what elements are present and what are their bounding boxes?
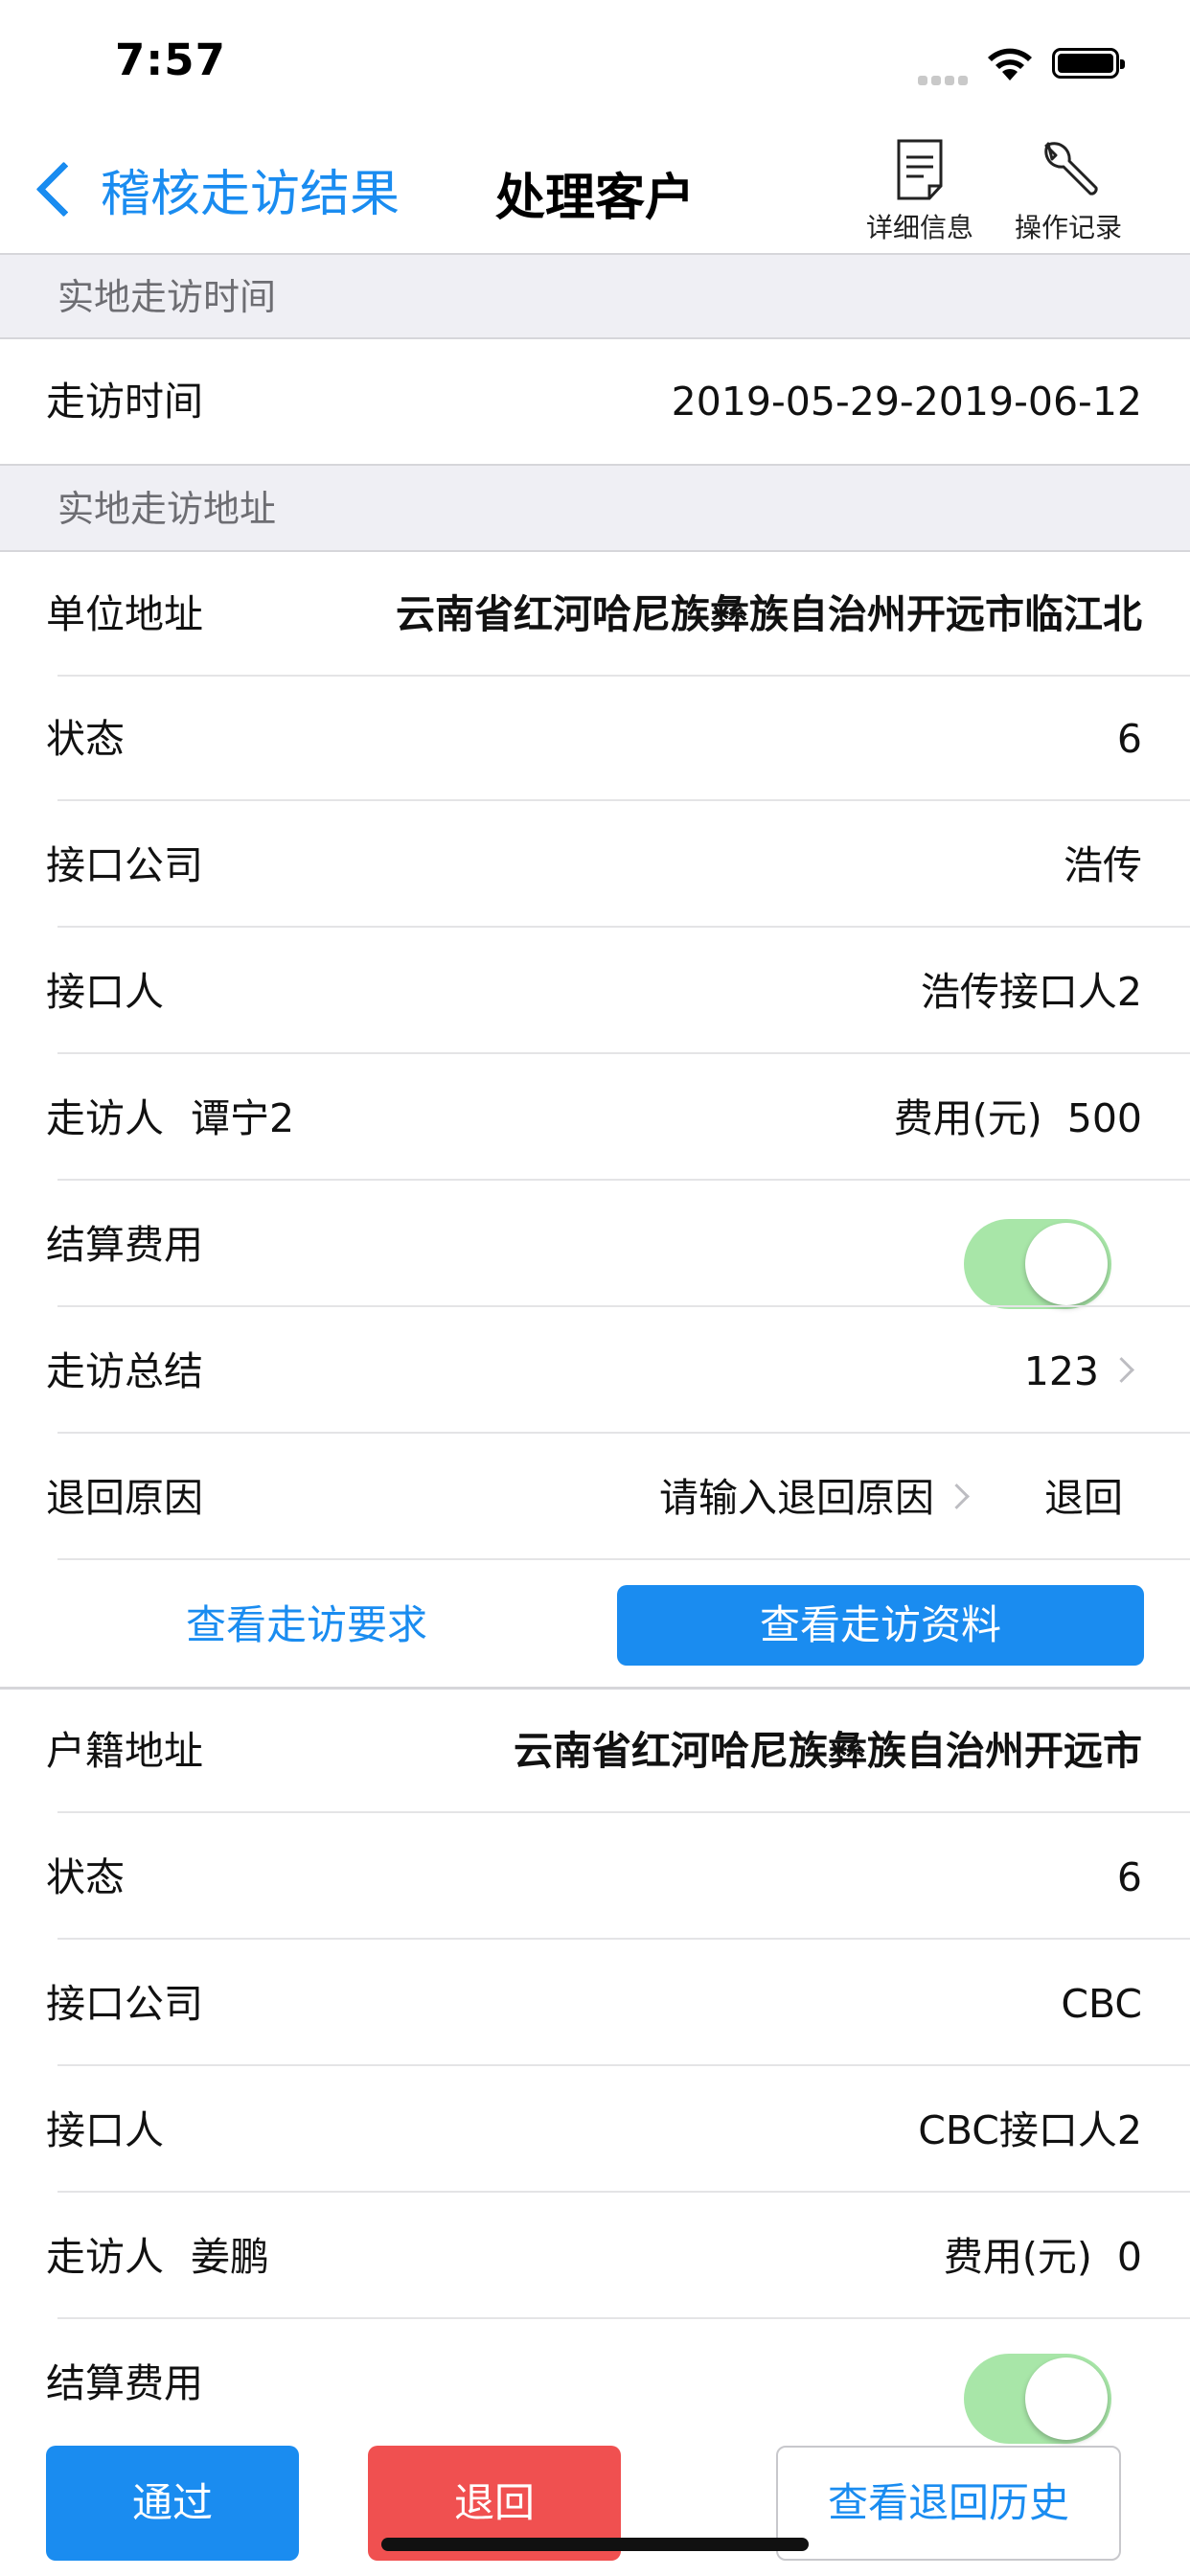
return-reason-row: 退回原因 请输入退回原因 退回	[0, 1436, 1190, 1560]
contact-label: 接口人	[46, 2107, 164, 2153]
settle-fee-row-2: 结算费用	[0, 2321, 1190, 2446]
work-address-row: 单位地址 云南省红河哈尼族彝族自治州开远市临江北	[0, 552, 1190, 677]
status-label: 状态	[46, 1854, 125, 1900]
work-address-value: 云南省红河哈尼族彝族自治州开远市临江北	[396, 591, 1142, 637]
status-label: 状态	[46, 716, 125, 762]
settle-fee-toggle[interactable]	[964, 1219, 1111, 1309]
visitor-label-group: 走访人 谭宁2	[46, 1056, 294, 1181]
return-reason-label: 退回原因	[46, 1475, 203, 1521]
household-address-value: 云南省红河哈尼族彝族自治州开远市	[514, 1728, 1142, 1774]
status-value: 6	[1116, 716, 1142, 762]
section-header-visit-time: 实地走访时间	[0, 253, 1190, 339]
visit-summary-value-group: 123	[1023, 1309, 1134, 1434]
visitor-row: 走访人 谭宁2 费用(元) 500	[0, 1056, 1190, 1181]
wifi-icon	[988, 48, 1032, 80]
fee-label: 费用(元)	[893, 1095, 1042, 1141]
visitor-label: 走访人	[46, 2234, 164, 2280]
return-link[interactable]: 退回	[1044, 1436, 1123, 1560]
fee-group: 费用(元) 500	[894, 1056, 1142, 1181]
company-value: 浩传	[1064, 842, 1142, 888]
visitor-name: 姜鹏	[191, 2234, 269, 2280]
approve-button[interactable]: 通过	[46, 2446, 299, 2561]
visit-summary-value: 123	[1023, 1348, 1099, 1394]
home-indicator	[381, 2538, 809, 2551]
visitor-row-2: 走访人 姜鹏 费用(元) 0	[0, 2195, 1190, 2319]
contact-row: 接口人 浩传接口人2	[0, 930, 1190, 1054]
visit-time-value: 2019-05-29-2019-06-12	[671, 379, 1142, 425]
wrench-icon	[1044, 142, 1098, 196]
document-icon	[897, 139, 943, 200]
detail-info-button[interactable]: 详细信息	[848, 138, 992, 245]
household-address-label: 户籍地址	[46, 1728, 203, 1774]
operation-log-button[interactable]: 操作记录	[996, 138, 1140, 245]
status-value: 6	[1116, 1854, 1142, 1900]
contact-row-2: 接口人 CBC接口人2	[0, 2068, 1190, 2193]
status-row-2: 状态 6	[0, 1815, 1190, 1940]
fee-group: 费用(元) 0	[944, 2195, 1142, 2319]
view-requirements-button[interactable]: 查看走访要求	[57, 1585, 556, 1666]
settle-fee-toggle[interactable]	[964, 2354, 1111, 2444]
return-history-button[interactable]: 查看退回历史	[776, 2446, 1121, 2561]
company-row: 接口公司 浩传	[0, 803, 1190, 928]
settle-fee-label: 结算费用	[46, 1222, 203, 1268]
work-address-label: 单位地址	[46, 591, 203, 637]
detail-info-label: 详细信息	[865, 212, 973, 243]
chevron-right-icon	[944, 1484, 970, 1509]
chevron-right-icon	[1109, 1357, 1134, 1383]
company-label: 接口公司	[46, 1981, 203, 2027]
section-header-visit-address: 实地走访地址	[0, 464, 1190, 552]
visit-time-row: 走访时间 2019-05-29-2019-06-12	[0, 339, 1190, 464]
return-reason-placeholder: 请输入退回原因	[659, 1475, 934, 1521]
company-row-2: 接口公司 CBC	[0, 1942, 1190, 2066]
contact-value: 浩传接口人2	[920, 969, 1142, 1015]
household-address-row: 户籍地址 云南省红河哈尼族彝族自治州开远市	[0, 1689, 1190, 1813]
fee-value: 0	[1116, 2234, 1142, 2280]
status-time: 7:57	[115, 34, 226, 85]
contact-value: CBC接口人2	[918, 2107, 1142, 2153]
fee-value: 500	[1066, 1095, 1142, 1141]
battery-icon	[1052, 48, 1125, 79]
operation-log-label: 操作记录	[1014, 212, 1122, 243]
visitor-name: 谭宁2	[191, 1095, 295, 1141]
return-reason-input[interactable]: 请输入退回原因	[659, 1436, 970, 1560]
visitor-label: 走访人	[46, 1095, 164, 1141]
visit-time-label: 走访时间	[46, 379, 203, 425]
company-value: CBC	[1061, 1981, 1142, 2027]
settle-fee-row: 结算费用	[0, 1183, 1190, 1309]
contact-label: 接口人	[46, 969, 164, 1015]
visit-summary-row[interactable]: 走访总结 123	[0, 1309, 1190, 1434]
cellular-signal-icon	[918, 71, 972, 89]
company-label: 接口公司	[46, 842, 203, 888]
status-row: 状态 6	[0, 677, 1190, 801]
fee-label: 费用(元)	[943, 2234, 1092, 2280]
visit-summary-label: 走访总结	[46, 1348, 203, 1394]
settle-fee-label: 结算费用	[46, 2360, 203, 2406]
view-materials-button[interactable]: 查看走访资料	[617, 1585, 1144, 1666]
visitor-label-group: 走访人 姜鹏	[46, 2195, 269, 2319]
